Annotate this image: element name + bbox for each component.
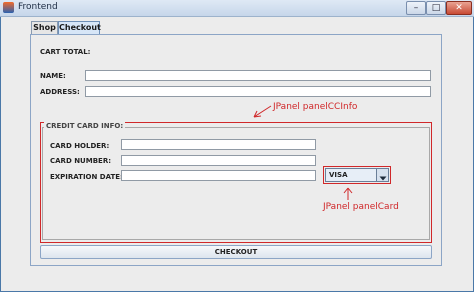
java-app-icon (3, 2, 14, 13)
title-bar[interactable] (0, 0, 474, 17)
card-holder-field[interactable] (121, 139, 316, 150)
annotation-panel-cc-info: JPanel panelCCInfo (273, 102, 358, 112)
close-button[interactable]: ✕ (446, 1, 472, 15)
name-field[interactable] (85, 70, 431, 81)
address-field[interactable] (85, 86, 431, 97)
tab-checkout[interactable]: Checkout (58, 21, 101, 34)
checkout-button[interactable]: CHECKOUT (40, 245, 432, 259)
tab-shop[interactable]: Shop (31, 21, 58, 34)
name-label: NAME: (40, 72, 66, 80)
window-title: Frontend (18, 2, 58, 12)
cart-total-label: CART TOTAL: (40, 48, 91, 56)
card-number-label: CARD NUMBER: (50, 157, 112, 165)
address-label: ADDRESS: (40, 88, 80, 96)
maximize-button[interactable]: □ (426, 1, 446, 15)
annotation-panel-card: JPanel panelCard (323, 202, 399, 212)
credit-card-legend: CREDIT CARD INFO: (44, 122, 126, 130)
minimize-button[interactable]: – (406, 1, 426, 15)
card-holder-label: CARD HOLDER: (50, 142, 110, 150)
card-type-value: VISA (329, 171, 348, 179)
card-number-field[interactable] (121, 155, 316, 166)
chevron-down-icon[interactable] (376, 169, 388, 181)
expiration-date-label: EXPIRATION DATE: (50, 173, 123, 181)
expiration-date-field[interactable] (121, 170, 316, 181)
